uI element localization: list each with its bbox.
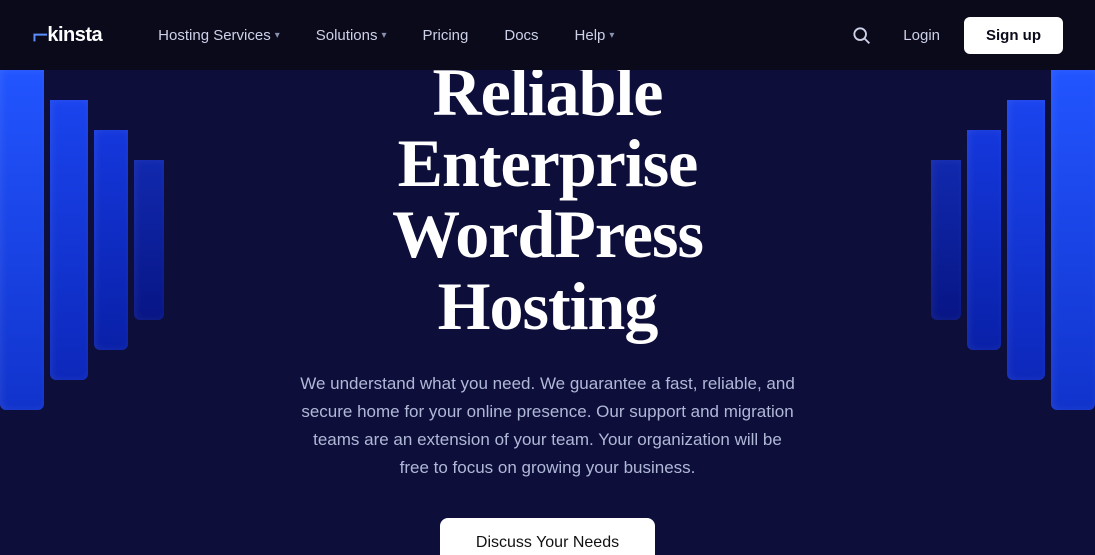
cta-button[interactable]: Discuss Your Needs <box>440 518 655 555</box>
nav-links: Hosting Services ▾ Solutions ▾ Pricing D… <box>142 19 843 52</box>
right-col-1 <box>1051 70 1095 410</box>
logo-bracket-left: ⌐ <box>32 21 47 49</box>
navbar: ⌐ kinsta Hosting Services ▾ Solutions ▾ … <box>0 0 1095 70</box>
hero-section: Reliable Enterprise WordPress Hosting We… <box>0 70 1095 555</box>
nav-right: Login Sign up <box>843 17 1063 54</box>
nav-docs[interactable]: Docs <box>488 19 554 52</box>
left-col-1 <box>0 70 44 410</box>
nav-pricing[interactable]: Pricing <box>407 19 485 52</box>
search-button[interactable] <box>843 17 879 53</box>
logo[interactable]: ⌐ kinsta <box>32 21 102 49</box>
left-col-2 <box>50 100 88 380</box>
chevron-down-icon: ▾ <box>381 30 386 41</box>
nav-help[interactable]: Help ▾ <box>559 19 631 52</box>
login-button[interactable]: Login <box>891 19 952 52</box>
hero-subtitle: We understand what you need. We guarante… <box>298 370 798 482</box>
hero-title: Reliable Enterprise WordPress Hosting <box>298 70 798 342</box>
signup-button[interactable]: Sign up <box>964 17 1063 54</box>
nav-hosting-services[interactable]: Hosting Services ▾ <box>142 19 296 52</box>
chevron-down-icon: ▾ <box>609 30 614 41</box>
nav-solutions[interactable]: Solutions ▾ <box>300 19 403 52</box>
hero-content: Reliable Enterprise WordPress Hosting We… <box>98 70 998 555</box>
search-icon <box>851 25 871 45</box>
right-col-2 <box>1007 100 1045 380</box>
logo-text: kinsta <box>47 24 102 47</box>
chevron-down-icon: ▾ <box>275 30 280 41</box>
